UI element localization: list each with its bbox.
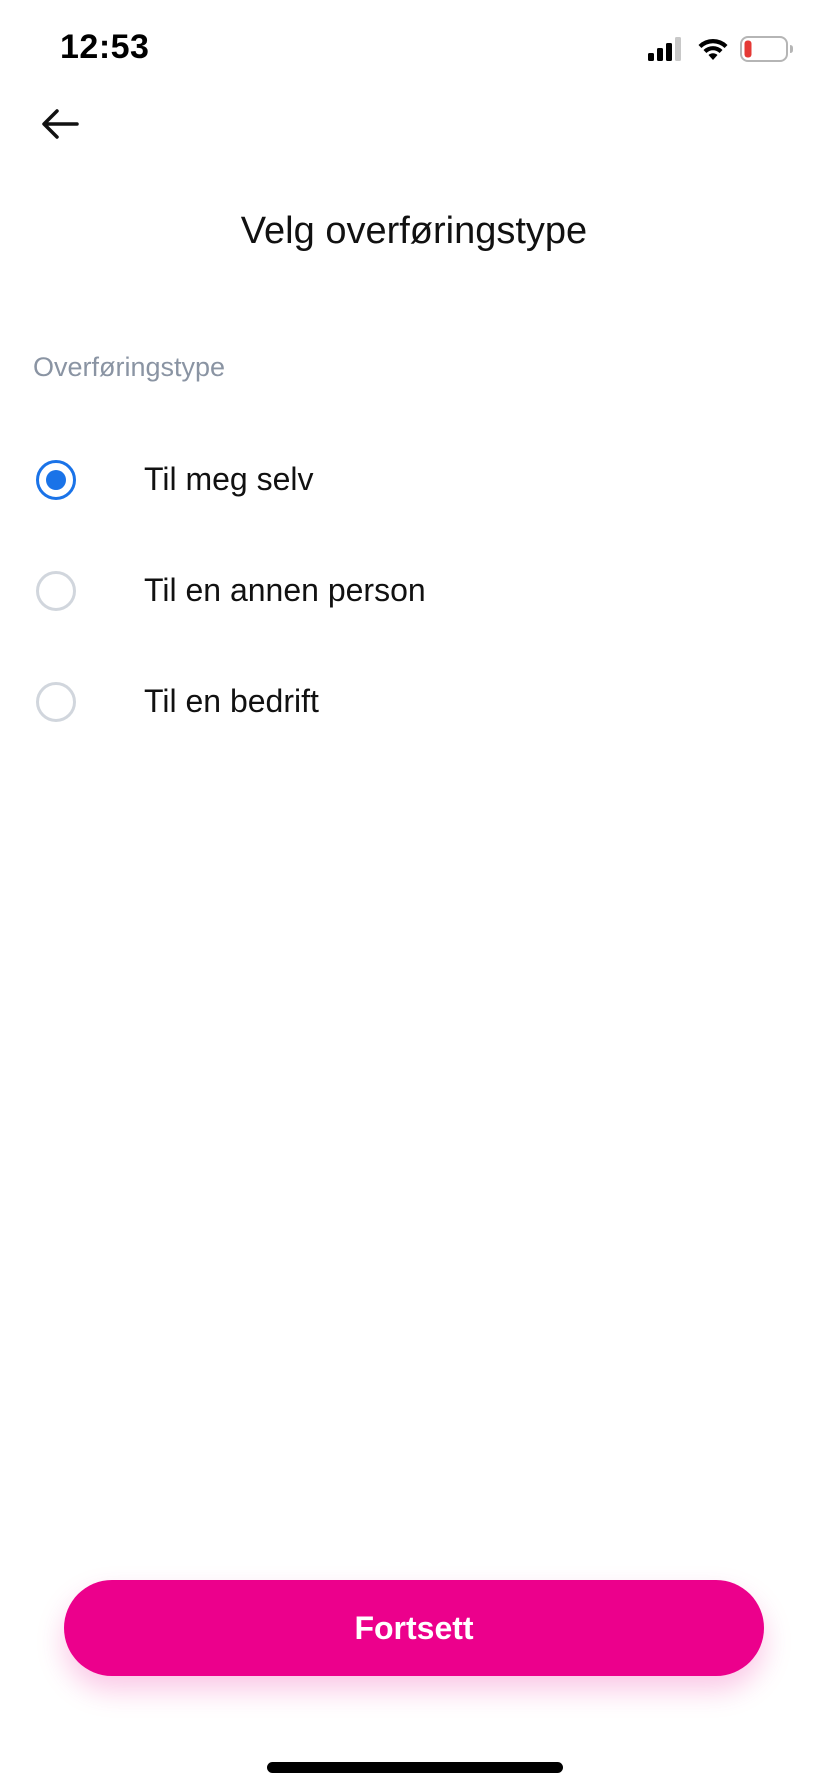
back-button[interactable]	[30, 96, 90, 156]
home-indicator	[267, 1762, 563, 1773]
status-time: 12:53	[60, 28, 150, 66]
wifi-icon	[696, 36, 730, 67]
radio-unselected[interactable]	[36, 570, 76, 611]
status-bar: 12:53	[0, 0, 828, 100]
option-label: Til en bedrift	[144, 683, 319, 719]
cellular-signal-icon	[648, 36, 686, 66]
option-til-en-annen-person[interactable]: Til en annen person	[0, 535, 828, 646]
option-til-en-bedrift[interactable]: Til en bedrift	[0, 646, 828, 757]
status-icons	[648, 35, 794, 67]
transfer-type-options: Til meg selv Til en annen person Til en …	[0, 424, 828, 757]
arrow-left-icon	[41, 108, 79, 145]
page-title: Velg overføringstype	[240, 210, 588, 252]
section-label: Overføringstype	[33, 352, 226, 382]
option-label: Til en annen person	[144, 572, 426, 608]
radio-unselected[interactable]	[36, 681, 76, 722]
radio-selected[interactable]	[36, 459, 76, 500]
option-til-meg-selv[interactable]: Til meg selv	[0, 424, 828, 535]
option-label: Til meg selv	[144, 461, 314, 497]
battery-low-icon	[740, 35, 794, 67]
continue-button[interactable]: Fortsett	[64, 1580, 764, 1676]
